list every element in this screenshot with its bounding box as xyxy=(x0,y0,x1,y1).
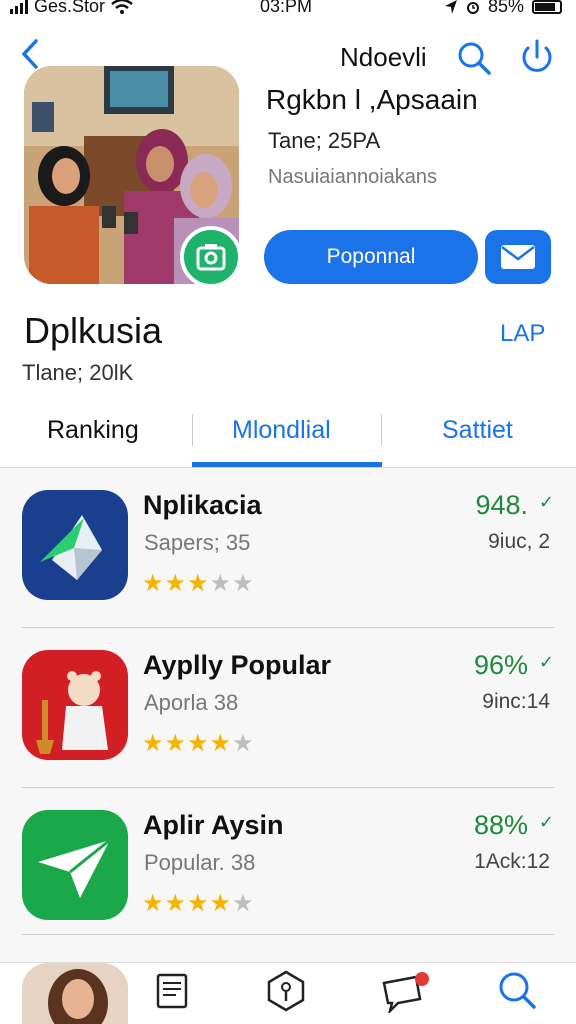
tab-ranking[interactable]: Ranking xyxy=(47,416,139,445)
search-icon xyxy=(458,42,491,75)
app-percent: 88% xyxy=(473,810,528,840)
app-subtitle: Sapers; 35 xyxy=(144,530,251,555)
star-icon: ★ xyxy=(209,890,232,917)
search-person-icon xyxy=(499,972,536,1009)
bear-app-icon xyxy=(22,650,128,760)
star-icon: ★ xyxy=(232,730,254,757)
tab-bar: Ranking Mlondlial Sattiet xyxy=(0,404,576,468)
app-percent: 948. xyxy=(475,490,528,520)
header-title: Ndoevli xyxy=(340,42,427,72)
app-meta: 1Ack:12 xyxy=(474,850,550,873)
list-item[interactable]: Ayplly Popular Aporla 38 ★ ★ ★ ★ ★ 96% ✓ 9in… xyxy=(0,628,576,788)
section-link[interactable]: LAP xyxy=(500,320,545,348)
list-item[interactable]: Nplikacia Sapers; 35 ★ ★ ★ ★ ★ 948. ✓ 9iuc, … xyxy=(0,468,576,628)
camera-button[interactable] xyxy=(180,226,242,288)
divider xyxy=(22,934,554,935)
star-rating: ★ ★ ★ ★ ★ xyxy=(142,572,254,596)
status-time: 03:PM xyxy=(260,0,313,16)
star-icon: ★ xyxy=(142,890,164,917)
app-list: Nplikacia Sapers; 35 ★ ★ ★ ★ ★ 948. ✓ 9iuc, … xyxy=(0,468,576,962)
app-subtitle: Aporla 38 xyxy=(144,690,239,715)
crystal-app-icon xyxy=(22,490,128,600)
mail-button[interactable] xyxy=(485,230,551,284)
tab-separator xyxy=(192,414,193,446)
tab-sattiet[interactable]: Sattiet xyxy=(442,416,513,445)
status-right: 85% xyxy=(444,0,562,17)
hero-title: Rgkbn l ,Apsaain xyxy=(266,84,478,115)
tab-separator xyxy=(381,414,382,446)
check-icon: ✓ xyxy=(538,812,554,832)
app-meta: 9iuc, 2 xyxy=(488,530,550,553)
star-rating: ★ ★ ★ ★ ★ xyxy=(142,732,254,756)
star-icon: ★ xyxy=(187,890,209,917)
chat-icon xyxy=(382,972,429,1016)
battery-icon xyxy=(532,0,562,14)
status-left: Ges.Stor xyxy=(10,0,133,17)
location-icon xyxy=(444,0,457,14)
nav-chat[interactable] xyxy=(380,969,429,1016)
app-name: Nplikacia xyxy=(143,490,262,520)
section-title: Dplkusia xyxy=(24,310,163,351)
hero-description: Nasuiaiannoiakans xyxy=(268,166,438,188)
star-icon: ★ xyxy=(209,570,232,597)
primary-button[interactable]: Poponnal xyxy=(264,230,478,284)
search-button[interactable] xyxy=(456,40,492,76)
nav-key[interactable] xyxy=(264,969,308,1013)
signal-icon xyxy=(10,0,28,14)
list-item[interactable]: Aplir Aysin Popular. 38 ★ ★ ★ ★ ★ 88% ✓ 1Ack… xyxy=(0,788,576,948)
star-half-icon: ★ xyxy=(209,730,232,757)
power-icon xyxy=(522,39,552,72)
alarm-icon xyxy=(466,1,479,14)
active-tab-indicator xyxy=(192,462,382,467)
wifi-icon xyxy=(111,0,133,14)
status-bar: Ges.Stor 03:PM 85% xyxy=(0,0,576,22)
battery-percent: 85% xyxy=(487,0,524,16)
star-icon: ★ xyxy=(164,730,187,757)
check-icon: ✓ xyxy=(538,652,554,672)
star-rating: ★ ★ ★ ★ ★ xyxy=(142,892,254,916)
chevron-left-icon xyxy=(21,39,38,69)
star-icon: ★ xyxy=(142,730,164,757)
app-name: Ayplly Popular xyxy=(143,650,332,680)
star-icon: ★ xyxy=(187,730,209,757)
star-icon: ★ xyxy=(232,570,254,597)
app-meta: 9inc:14 xyxy=(482,690,550,713)
avatar[interactable] xyxy=(22,963,128,1024)
star-icon: ★ xyxy=(164,570,187,597)
star-half-icon: ★ xyxy=(187,570,209,597)
check-icon: ✓ xyxy=(538,492,554,512)
star-icon: ★ xyxy=(164,890,187,917)
power-button[interactable] xyxy=(518,38,556,76)
mail-icon xyxy=(501,245,535,269)
paper-plane-app-icon xyxy=(22,810,128,920)
app-percent: 96% xyxy=(473,650,528,680)
star-icon: ★ xyxy=(142,570,164,597)
camera-icon xyxy=(196,244,226,271)
star-icon: ★ xyxy=(232,890,254,917)
section-subtitle: Tlane; 20lK xyxy=(22,360,134,385)
nav-document[interactable] xyxy=(152,969,196,1013)
document-icon xyxy=(156,973,188,1009)
key-hexagon-icon xyxy=(267,970,305,1012)
bottom-nav xyxy=(0,962,576,1024)
nav-search[interactable] xyxy=(494,969,538,1013)
tab-mondial[interactable]: Mlondlial xyxy=(232,416,331,445)
app-name: Aplir Aysin xyxy=(143,810,284,840)
hero-subtitle: Tane; 25PA xyxy=(268,128,381,153)
carrier-label: Ges.Stor xyxy=(34,0,106,16)
app-subtitle: Popular. 38 xyxy=(144,850,256,875)
